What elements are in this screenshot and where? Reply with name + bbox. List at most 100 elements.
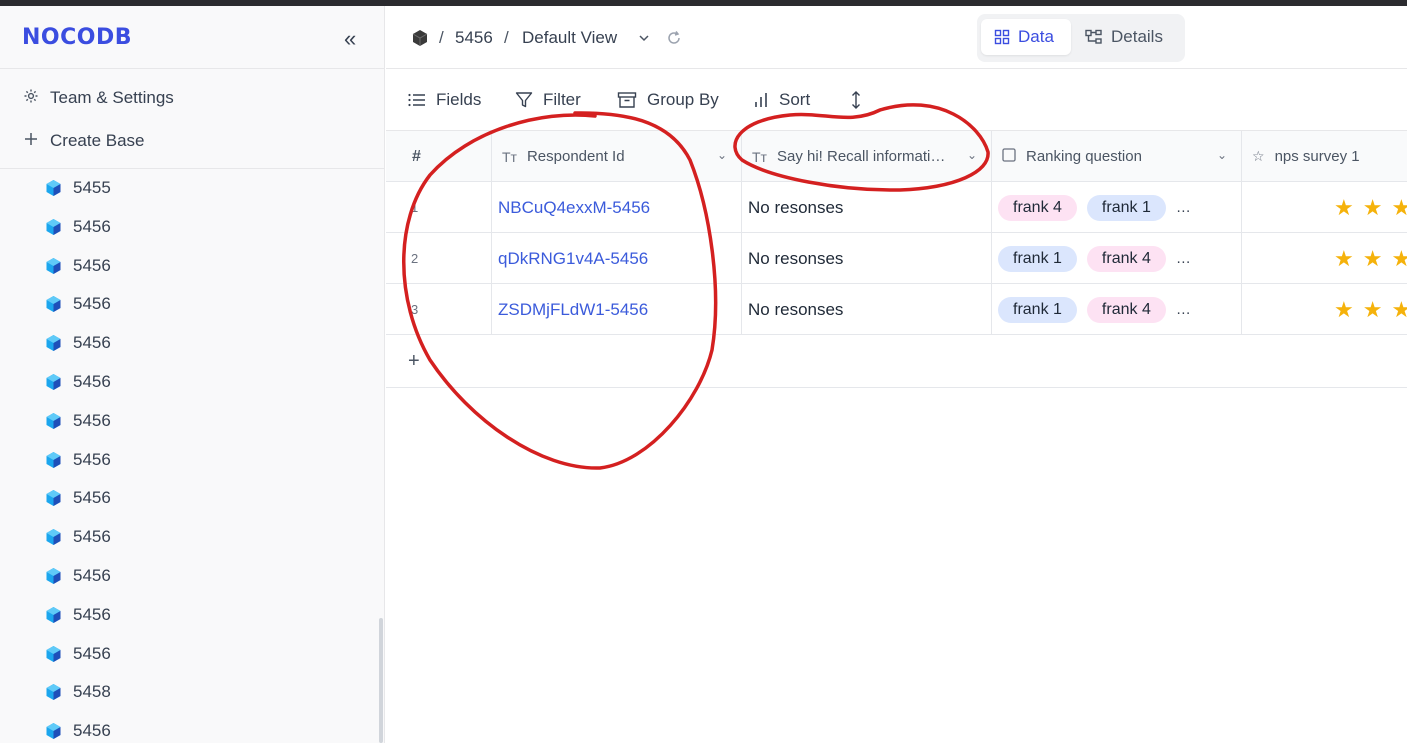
sidebar-base-item[interactable]: 5456: [45, 293, 111, 315]
say-hi-cell[interactable]: No resonses: [742, 233, 992, 284]
say-hi-value: No resonses: [748, 197, 844, 217]
sidebar-base-label: 5456: [73, 721, 111, 741]
sidebar-base-item[interactable]: 5456: [45, 487, 111, 509]
row-height-button[interactable]: [850, 88, 872, 112]
sidebar-base-item[interactable]: 5455: [45, 177, 111, 199]
star-icon[interactable]: ★: [1363, 297, 1383, 323]
ranking-cell[interactable]: frank 1 frank 4…: [992, 233, 1242, 284]
tab-data[interactable]: Data: [981, 19, 1071, 55]
star-icon[interactable]: ★: [1363, 195, 1383, 221]
sidebar-base-label: 5456: [73, 488, 111, 508]
sidebar-base-item[interactable]: 5456: [45, 371, 111, 393]
filter-button[interactable]: Filter: [515, 88, 581, 112]
base-list: 5455 5456 5456 5456 5456 5456 5456 5456 5456 5456…: [0, 169, 384, 743]
table-row[interactable]: 2 qDkRNG1v4A-5456 No resonses frank 1 frank …: [386, 233, 1407, 284]
add-row-button[interactable]: +: [386, 336, 1407, 388]
breadcrumb-base-name[interactable]: 5456: [455, 26, 493, 50]
say-hi-cell[interactable]: No resonses: [742, 182, 992, 233]
row-number: 1: [386, 182, 492, 233]
ranking-cell[interactable]: frank 1 frank 4…: [992, 284, 1242, 335]
cube-icon: [46, 645, 61, 662]
column-header-respondent-id[interactable]: Tт Respondent Id ⌄: [492, 131, 742, 182]
star-icon[interactable]: ★: [1363, 246, 1383, 272]
more-ellipsis[interactable]: …: [1176, 250, 1191, 267]
cube-icon: [46, 218, 61, 235]
table-row[interactable]: 3 ZSDMjFLdW1-5456 No resonses frank 1 frank …: [386, 284, 1407, 335]
sidebar-base-item[interactable]: 5456: [45, 332, 111, 354]
tab-details[interactable]: Details: [1077, 19, 1177, 55]
respondent-id-value[interactable]: qDkRNG1v4A-5456: [498, 249, 648, 269]
sort-button[interactable]: Sort: [753, 88, 810, 112]
column-header-label: nps survey 1: [1274, 148, 1360, 165]
grid-icon: [994, 29, 1010, 45]
star-icon[interactable]: ★: [1391, 195, 1407, 221]
respondent-id-value[interactable]: ZSDMjFLdW1-5456: [498, 300, 648, 320]
sidebar-base-label: 5456: [73, 604, 111, 624]
collapse-sidebar-icon[interactable]: «: [344, 26, 356, 52]
sidebar-base-label: 5456: [73, 566, 111, 585]
say-hi-cell[interactable]: No resonses: [742, 284, 992, 335]
sidebar-base-item[interactable]: 5456: [45, 643, 111, 665]
grid-toolbar: Fields Filter Group By Sort: [386, 69, 1407, 131]
sidebar-scrollbar[interactable]: [379, 618, 383, 743]
sidebar-base-item[interactable]: 5456: [45, 255, 111, 277]
create-base-label: Create Base: [50, 131, 145, 150]
create-base-button[interactable]: Create Base: [22, 129, 145, 153]
column-header-nps-survey[interactable]: ☆ nps survey 1: [1242, 131, 1407, 182]
more-ellipsis[interactable]: …: [1176, 199, 1191, 216]
view-toggle: Data Details: [977, 14, 1185, 62]
chevron-down-icon[interactable]: ⌄: [717, 148, 727, 162]
chevron-down-icon[interactable]: ⌄: [967, 148, 977, 162]
sidebar-base-item[interactable]: 5456: [45, 720, 111, 742]
column-header-ranking-question[interactable]: Ranking question ⌄: [992, 131, 1242, 182]
more-ellipsis[interactable]: …: [1176, 301, 1191, 318]
breadcrumb-separator: /: [439, 28, 444, 47]
sidebar-base-item[interactable]: 5456: [45, 449, 111, 471]
chevron-down-icon[interactable]: ⌄: [1217, 148, 1227, 162]
sidebar-base-item[interactable]: 5458: [45, 681, 111, 703]
archive-icon: [617, 92, 637, 108]
column-header-label: Say hi! Recall informati…: [776, 148, 946, 165]
nps-rating-cell[interactable]: ★ ★ ★: [1242, 182, 1407, 233]
chevron-down-icon[interactable]: [638, 26, 650, 50]
cube-icon: [46, 451, 61, 468]
sidebar-base-item[interactable]: 5456: [45, 216, 111, 238]
group-by-button[interactable]: Group By: [617, 88, 719, 112]
plus-icon[interactable]: +: [408, 350, 420, 373]
star-icon[interactable]: ★: [1334, 195, 1354, 221]
checkbox-icon: [1002, 148, 1016, 165]
fields-label: Fields: [436, 90, 482, 109]
column-header-label: Respondent Id: [526, 148, 625, 165]
respondent-id-cell[interactable]: ZSDMjFLdW1-5456: [492, 284, 742, 335]
sidebar-base-label: 5456: [73, 255, 111, 275]
sidebar: NOCODB « Team & Settings Create Base 545…: [0, 6, 385, 743]
reload-icon[interactable]: [666, 26, 682, 50]
sidebar-base-item[interactable]: 5456: [45, 604, 111, 626]
vertical-arrows-icon: [852, 91, 860, 109]
star-icon[interactable]: ★: [1334, 297, 1354, 323]
respondent-id-cell[interactable]: qDkRNG1v4A-5456: [492, 233, 742, 284]
grid-header-row: # Tт Respondent Id ⌄ Tт Say hi! Recall i…: [386, 131, 1407, 182]
filter-icon: [515, 92, 533, 108]
star-icon[interactable]: ★: [1391, 297, 1407, 323]
nps-rating-cell[interactable]: ★ ★ ★: [1242, 284, 1407, 335]
breadcrumb-view-name[interactable]: Default View: [522, 26, 617, 50]
nps-rating-cell[interactable]: ★ ★ ★: [1242, 233, 1407, 284]
sidebar-base-item[interactable]: 5456: [45, 526, 111, 548]
base-icon[interactable]: [410, 26, 430, 50]
team-settings-button[interactable]: Team & Settings: [22, 86, 174, 110]
ranking-cell[interactable]: frank 4 frank 1…: [992, 182, 1242, 233]
ranking-option-pill: frank 1: [1086, 194, 1166, 221]
respondent-id-cell[interactable]: NBCuQ4exxM-5456: [492, 182, 742, 233]
row-number: 3: [386, 284, 492, 335]
cube-icon: [46, 606, 61, 623]
sidebar-base-item[interactable]: 5456: [45, 565, 111, 587]
respondent-id-value[interactable]: NBCuQ4exxM-5456: [498, 198, 650, 218]
star-icon[interactable]: ★: [1391, 246, 1407, 272]
cube-icon: [46, 529, 61, 546]
fields-button[interactable]: Fields: [408, 88, 481, 112]
table-row[interactable]: 1 NBCuQ4exxM-5456 No resonses frank 4 frank …: [386, 182, 1407, 233]
star-icon[interactable]: ★: [1334, 246, 1354, 272]
column-header-say-hi[interactable]: Tт Say hi! Recall informati… ⌄: [742, 131, 992, 182]
sidebar-base-item[interactable]: 5456: [45, 410, 111, 432]
